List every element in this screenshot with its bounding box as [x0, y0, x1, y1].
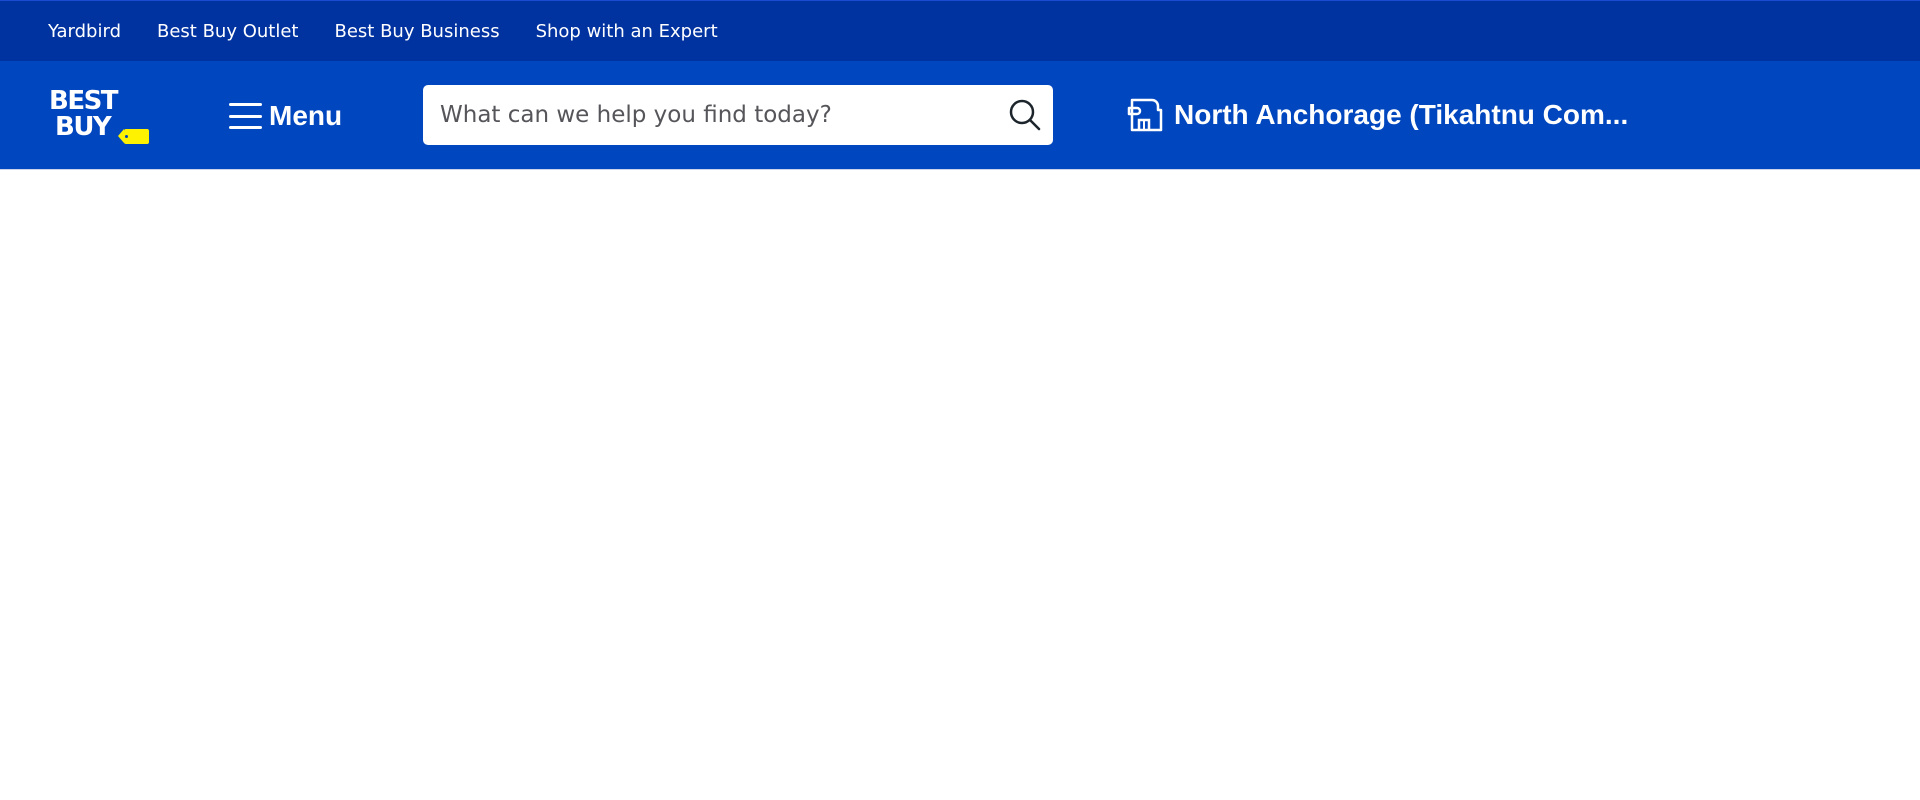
store-selector[interactable]: North Anchorage (Tikahtnu Com... [1126, 91, 1628, 139]
search-input[interactable] [438, 101, 998, 129]
page-body [0, 170, 1920, 800]
search-bar [423, 85, 1053, 145]
utility-nav: Yardbird Best Buy Outlet Best Buy Busine… [0, 0, 1920, 61]
hamburger-icon [229, 103, 262, 129]
store-icon [1127, 98, 1163, 132]
logo-text-line2: BUY [55, 112, 112, 142]
price-tag-icon [118, 129, 149, 144]
main-header: BEST BUY Menu North Anchorage (Tikahtnu … [0, 61, 1920, 170]
search-icon[interactable] [1005, 96, 1045, 136]
best-buy-logo[interactable]: BEST BUY [49, 86, 150, 146]
utility-link-outlet[interactable]: Best Buy Outlet [157, 21, 298, 42]
logo-text-line1: BEST [49, 86, 119, 116]
menu-button[interactable]: Menu [229, 91, 342, 141]
store-name: North Anchorage (Tikahtnu Com... [1174, 99, 1629, 130]
menu-label: Menu [269, 100, 343, 131]
utility-link-expert[interactable]: Shop with an Expert [536, 21, 718, 42]
utility-link-yardbird[interactable]: Yardbird [48, 21, 121, 42]
utility-link-business[interactable]: Best Buy Business [334, 21, 499, 42]
